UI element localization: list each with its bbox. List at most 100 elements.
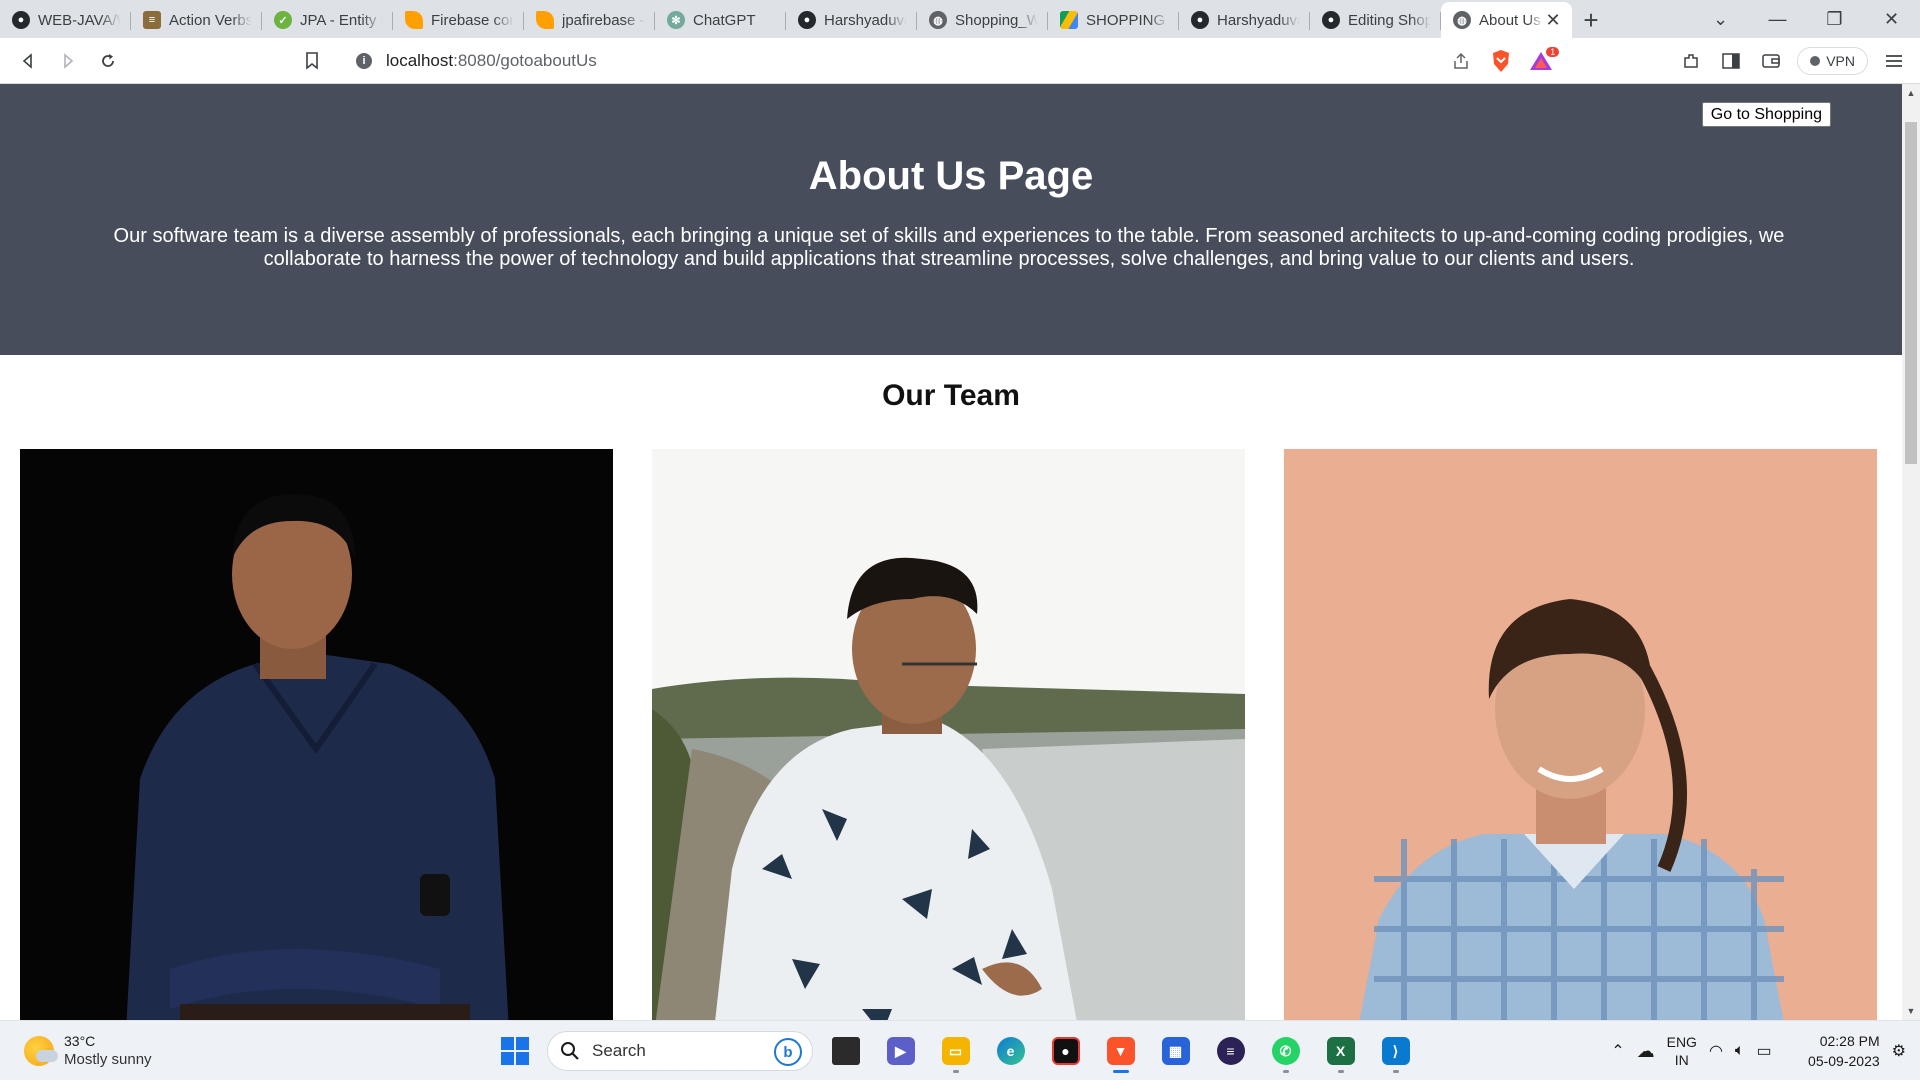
eclipse-icon[interactable]: ≡ bbox=[1208, 1029, 1253, 1073]
forward-icon[interactable] bbox=[48, 43, 88, 79]
maximize-icon[interactable]: ❐ bbox=[1806, 0, 1863, 38]
tab-action-verbs[interactable]: ≡ Action Verbs bbox=[131, 2, 262, 38]
weather-widget[interactable]: 33°C Mostly sunny bbox=[24, 1033, 152, 1068]
tab-label: Action Verbs bbox=[169, 11, 252, 29]
brave-shields-icon[interactable] bbox=[1481, 43, 1521, 79]
tab-label: ChatGPT bbox=[693, 11, 756, 29]
team-heading: Our Team bbox=[882, 379, 1020, 412]
team-gallery bbox=[20, 449, 1877, 1020]
team-member-photo-2 bbox=[652, 449, 1245, 1020]
scroll-up-icon[interactable]: ▲ bbox=[1902, 84, 1920, 102]
tab-shopping-drive[interactable]: SHOPPING A bbox=[1048, 2, 1179, 38]
sidebar-icon[interactable] bbox=[1711, 43, 1751, 79]
extensions-icon[interactable] bbox=[1671, 43, 1711, 79]
tab-web-java[interactable]: ● WEB-JAVA/W bbox=[0, 2, 131, 38]
tab-label: SHOPPING A bbox=[1086, 11, 1169, 29]
tab-jpa-entity[interactable]: ✓ JPA - Entity R bbox=[262, 2, 393, 38]
minimize-icon[interactable]: — bbox=[1749, 0, 1806, 38]
taskbar-search[interactable]: Search b bbox=[547, 1031, 813, 1071]
page-viewport: Go to Shopping About Us Page Our softwar… bbox=[0, 84, 1902, 1020]
new-tab-button[interactable]: + bbox=[1572, 2, 1610, 38]
tab-about-us[interactable]: ◍ About Us ✕ bbox=[1441, 2, 1572, 38]
weather-temperature: 33°C bbox=[64, 1033, 96, 1049]
tab-label: About Us bbox=[1479, 11, 1541, 29]
brave-rewards-icon[interactable]: 1 bbox=[1521, 43, 1561, 79]
tab-label: JPA - Entity R bbox=[300, 11, 383, 29]
language-indicator[interactable]: ENG IN bbox=[1667, 1033, 1697, 1069]
volume-icon[interactable]: 🔈︎ bbox=[1735, 1042, 1745, 1060]
scroll-down-icon[interactable]: ▼ bbox=[1902, 1002, 1920, 1020]
tab-chatgpt[interactable]: ✻ ChatGPT bbox=[655, 2, 786, 38]
tab-label: Editing Shop bbox=[1348, 11, 1431, 29]
toolbar-right: 1 VPN bbox=[1441, 38, 1920, 84]
task-view-icon[interactable] bbox=[823, 1029, 868, 1073]
page-icon: ≡ bbox=[143, 11, 161, 29]
go-to-shopping-button[interactable]: Go to Shopping bbox=[1701, 102, 1831, 127]
vpn-button[interactable]: VPN bbox=[1797, 47, 1868, 75]
tab-strip: ● WEB-JAVA/W ≡ Action Verbs ✓ JPA - Enti… bbox=[0, 0, 1920, 38]
battery-icon[interactable]: ▭ bbox=[1757, 1041, 1772, 1061]
url-path: :8080/gotoaboutUs bbox=[453, 51, 597, 70]
wallet-icon[interactable] bbox=[1751, 43, 1791, 79]
show-hidden-icons-icon[interactable]: ⌃ bbox=[1611, 1041, 1624, 1061]
system-tray: ⌃ ☁ ENG IN ◠ 🔈︎ ▭ 02:28 PM 05-09-2023 ⚙ bbox=[1611, 1021, 1920, 1081]
rewards-badge: 1 bbox=[1546, 47, 1560, 57]
about-description: Our software team is a diverse assembly … bbox=[113, 225, 1785, 270]
bing-icon[interactable]: b bbox=[774, 1038, 802, 1066]
site-info-icon[interactable]: i bbox=[356, 53, 372, 69]
address-bar[interactable]: i localhost:8080/gotoaboutUs bbox=[340, 44, 1545, 78]
wifi-icon[interactable]: ◠ bbox=[1709, 1041, 1723, 1061]
tab-search-icon[interactable]: ⌄ bbox=[1692, 0, 1749, 38]
tab-label: Shopping_W bbox=[955, 11, 1038, 29]
file-explorer-icon[interactable]: ▭ bbox=[933, 1029, 978, 1073]
vpn-status-icon bbox=[1810, 56, 1821, 66]
onedrive-cloud-icon[interactable]: ☁ bbox=[1637, 1041, 1655, 1062]
url-host: localhost bbox=[386, 51, 454, 70]
page-scrollbar[interactable]: ▲ ▼ bbox=[1902, 84, 1920, 1020]
tab-jpafirebase[interactable]: jpafirebase - bbox=[524, 2, 655, 38]
language-code: ENG bbox=[1666, 1034, 1697, 1050]
reload-icon[interactable] bbox=[88, 43, 128, 79]
tab-label: Firebase con bbox=[431, 11, 514, 29]
weather-sunny-icon bbox=[24, 1035, 58, 1066]
microsoft-store-icon[interactable]: ▦ bbox=[1153, 1029, 1198, 1073]
close-window-icon[interactable]: ✕ bbox=[1863, 0, 1920, 38]
clock[interactable]: 02:28 PM 05-09-2023 bbox=[1784, 1031, 1880, 1071]
menu-icon[interactable] bbox=[1874, 43, 1914, 79]
window-controls: ⌄ — ❐ ✕ bbox=[1692, 0, 1920, 38]
tab-label: Harshyaduva bbox=[1217, 11, 1300, 29]
edge-icon[interactable]: e bbox=[988, 1029, 1033, 1073]
excel-icon[interactable]: X bbox=[1318, 1029, 1363, 1073]
back-icon[interactable] bbox=[8, 43, 48, 79]
tab-firebase[interactable]: Firebase con bbox=[393, 2, 524, 38]
share-icon[interactable] bbox=[1441, 43, 1481, 79]
clock-time: 02:28 PM bbox=[1819, 1033, 1880, 1049]
page-title: About Us Page bbox=[808, 154, 1094, 198]
notification-bell-icon[interactable]: ⚙ bbox=[1892, 1041, 1906, 1061]
whatsapp-icon[interactable]: ✆ bbox=[1263, 1029, 1308, 1073]
scroll-thumb[interactable] bbox=[1905, 122, 1917, 464]
region-code: IN bbox=[1674, 1052, 1689, 1068]
tab-github-2[interactable]: ● Harshyaduva bbox=[1179, 2, 1310, 38]
chatgpt-icon: ✻ bbox=[667, 11, 685, 29]
team-member-photo-3 bbox=[1284, 449, 1877, 1020]
close-tab-icon[interactable]: ✕ bbox=[1544, 10, 1562, 31]
taskbar: 33°C Mostly sunny Search b ▶ ▭ e ● ▼ ▦ ≡… bbox=[0, 1020, 1920, 1080]
globe-icon: ◍ bbox=[1453, 11, 1471, 29]
vscode-icon[interactable]: ⟩ bbox=[1373, 1029, 1418, 1073]
search-icon bbox=[561, 1042, 579, 1060]
tab-label: WEB-JAVA/W bbox=[38, 11, 121, 29]
tab-label: Harshyaduva bbox=[824, 11, 907, 29]
windows-start-icon[interactable] bbox=[493, 1029, 537, 1073]
clock-date: 05-09-2023 bbox=[1808, 1053, 1880, 1069]
tab-editing-shop[interactable]: ● Editing Shop bbox=[1310, 2, 1441, 38]
teams-chat-icon[interactable]: ▶ bbox=[878, 1029, 923, 1073]
brave-browser-icon[interactable]: ▼ bbox=[1098, 1029, 1143, 1073]
browser-toolbar: i localhost:8080/gotoaboutUs 1 VPN bbox=[0, 38, 1920, 84]
screen-recorder-icon[interactable]: ● bbox=[1043, 1029, 1088, 1073]
bookmark-icon[interactable] bbox=[292, 43, 332, 79]
tab-github-1[interactable]: ● Harshyaduva bbox=[786, 2, 917, 38]
tab-shopping-w[interactable]: ◍ Shopping_W bbox=[917, 2, 1048, 38]
github-icon: ● bbox=[1191, 11, 1209, 29]
url-text[interactable]: localhost:8080/gotoaboutUs bbox=[386, 51, 597, 71]
